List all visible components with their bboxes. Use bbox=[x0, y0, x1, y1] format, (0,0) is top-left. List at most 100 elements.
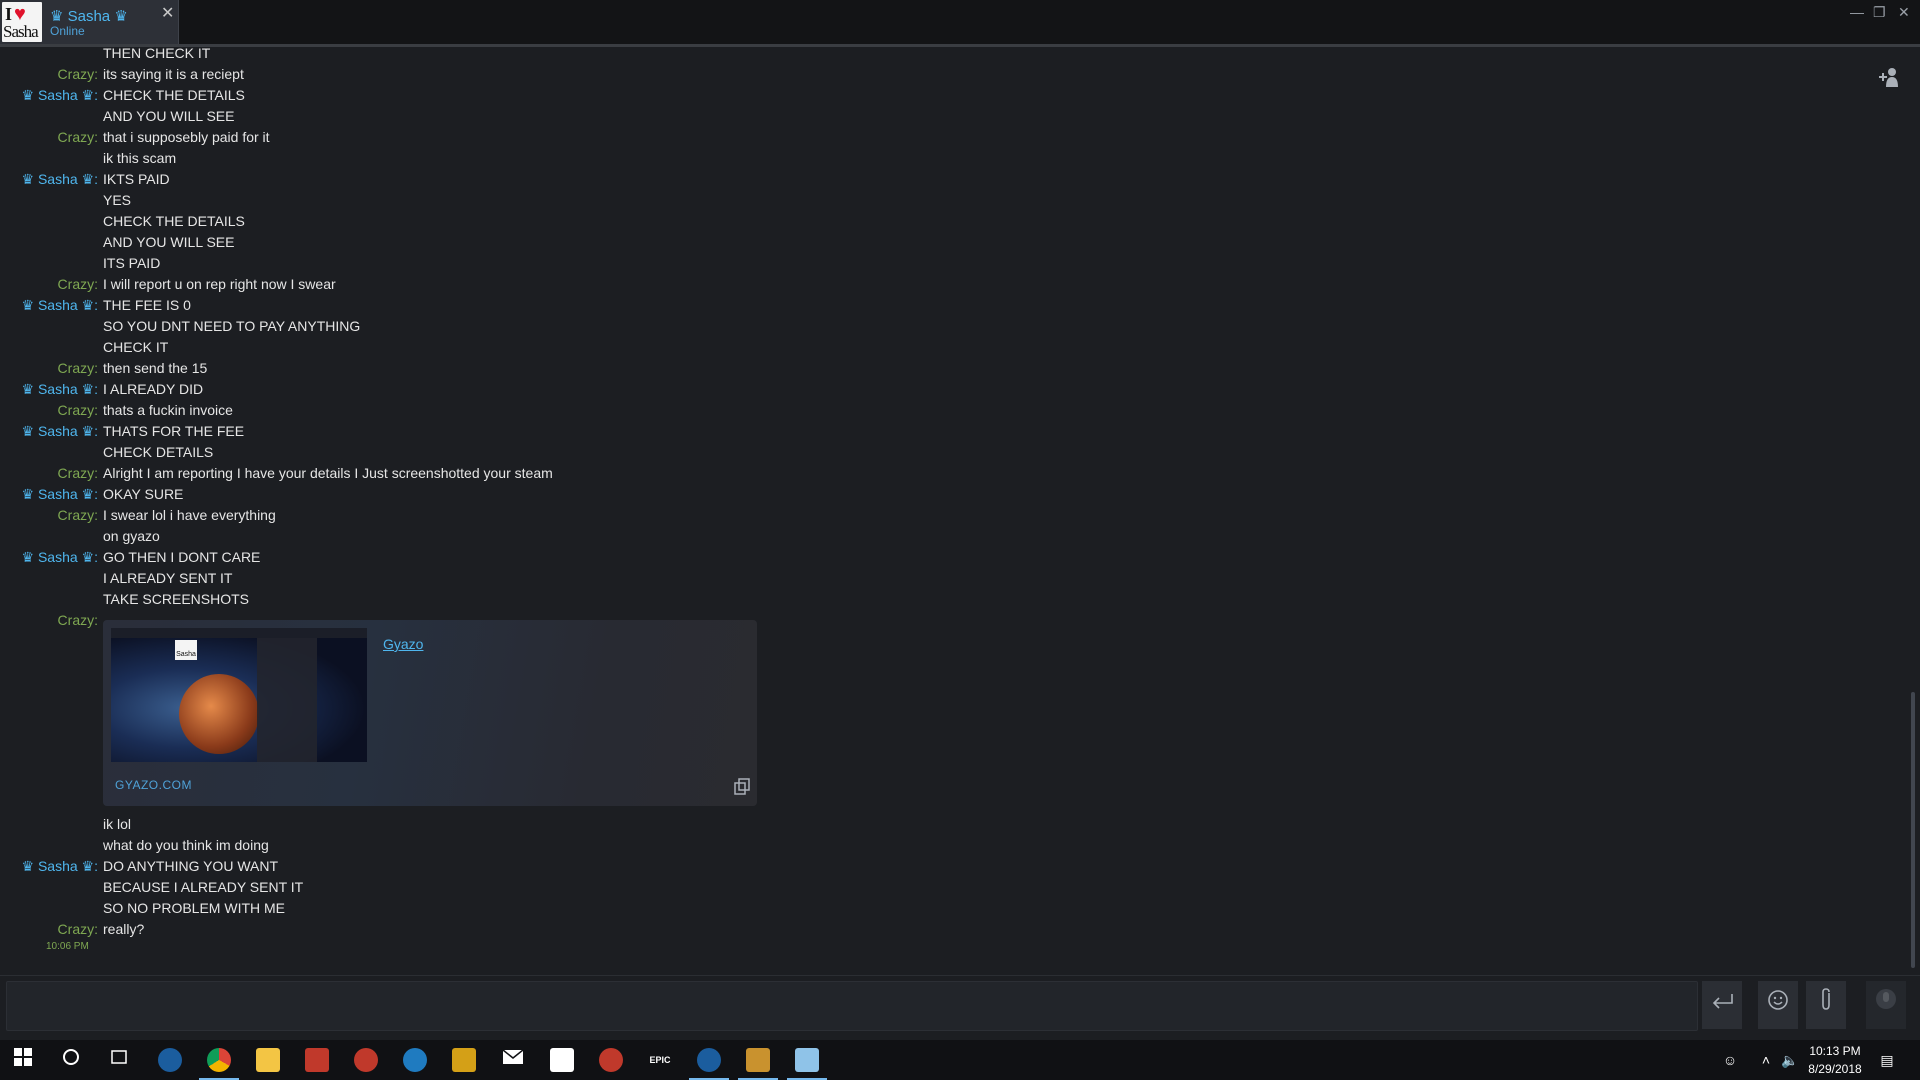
message-sender[interactable]: Crazy: bbox=[58, 919, 98, 940]
clock-time[interactable]: 10:13 PM bbox=[1802, 1044, 1868, 1058]
maximize-icon[interactable]: ❐ bbox=[1873, 4, 1886, 21]
chat-message-row: Crazy: then send the 15 bbox=[0, 358, 1800, 379]
message-text: I ALREADY SENT IT bbox=[103, 570, 233, 586]
message-sender[interactable]: Crazy: bbox=[58, 610, 98, 631]
message-sender[interactable]: Crazy: bbox=[58, 463, 98, 484]
chat-message-row: AND YOU WILL SEE bbox=[0, 232, 1800, 253]
message-text: on gyazo bbox=[103, 528, 160, 544]
chat-message-row: ITS PAID bbox=[0, 253, 1800, 274]
microphone-icon[interactable] bbox=[1866, 981, 1906, 1029]
message-sender[interactable]: ♛ Sasha ♛: bbox=[22, 484, 98, 505]
chat-message-row: Crazy: really? bbox=[0, 919, 1800, 940]
app-red-2-icon[interactable] bbox=[599, 1048, 623, 1072]
chat-message-row: Crazy: thats a fuckin invoice bbox=[0, 400, 1800, 421]
message-text: AND YOU WILL SEE bbox=[103, 108, 235, 124]
notification-icon[interactable]: ▤ bbox=[1875, 1048, 1899, 1072]
notepad-icon[interactable] bbox=[795, 1048, 819, 1072]
message-timestamp: 10:06 PM bbox=[46, 941, 89, 952]
chat-message-row: THEN CHECK IT bbox=[0, 43, 1800, 64]
message-text: I swear lol i have everything bbox=[103, 507, 276, 523]
ccleaner-icon[interactable] bbox=[403, 1048, 427, 1072]
chat-message-row: Crazy: I swear lol i have everything bbox=[0, 505, 1800, 526]
windows-taskbar: EPIC ☺ ˄ 🔈 10:13 PM 8/29/2018 ▤ bbox=[0, 1040, 1920, 1080]
message-text: that i supposebly paid for it bbox=[103, 129, 270, 145]
pubg-icon[interactable] bbox=[452, 1048, 476, 1072]
chat-tab-bar: I ♥ Sasha ♛ Sasha ♛ Online ✕ — ❐ ✕ bbox=[0, 0, 1920, 47]
epic-games-icon[interactable]: EPIC bbox=[648, 1048, 672, 1072]
people-icon[interactable]: ☺ bbox=[1718, 1048, 1742, 1072]
message-text: SO YOU DNT NEED TO PAY ANYTHING bbox=[103, 318, 361, 334]
message-text: ITS PAID bbox=[103, 255, 161, 271]
video-icon[interactable] bbox=[550, 1048, 574, 1072]
chat-scrollbar[interactable] bbox=[1911, 692, 1915, 968]
message-input[interactable] bbox=[6, 981, 1698, 1031]
app-red-icon[interactable] bbox=[305, 1048, 329, 1072]
chat-message-row: SO YOU DNT NEED TO PAY ANYTHING bbox=[0, 316, 1800, 337]
chat-message-row: AND YOU WILL SEE bbox=[0, 106, 1800, 127]
message-sender[interactable]: ♛ Sasha ♛: bbox=[22, 856, 98, 877]
message-text: CHECK THE DETAILS bbox=[103, 213, 245, 229]
steam-icon[interactable] bbox=[158, 1048, 182, 1072]
message-sender[interactable]: ♛ Sasha ♛: bbox=[22, 547, 98, 568]
steam-active-icon[interactable] bbox=[697, 1048, 721, 1072]
app-radial-icon[interactable] bbox=[354, 1048, 378, 1072]
volume-icon[interactable]: 🔈 bbox=[1778, 1048, 1802, 1072]
chat-log: THEN CHECK IT Crazy: its saying it is a re… bbox=[0, 45, 1905, 975]
minimize-icon[interactable]: — bbox=[1850, 4, 1864, 20]
message-text: Alright I am reporting I have your detai… bbox=[103, 465, 553, 481]
message-sender[interactable]: Crazy: bbox=[58, 400, 98, 421]
search-icon[interactable] bbox=[59, 1048, 83, 1072]
message-sender[interactable]: Crazy: bbox=[58, 127, 98, 148]
embed-title-link[interactable]: Gyazo bbox=[383, 636, 423, 652]
chat-message-row: ♛ Sasha ♛: THATS FOR THE FEE bbox=[0, 421, 1800, 442]
file-explorer-icon[interactable] bbox=[256, 1048, 280, 1072]
message-sender[interactable]: Crazy: bbox=[58, 505, 98, 526]
close-window-icon[interactable]: ✕ bbox=[1898, 4, 1910, 21]
paperclip-icon[interactable] bbox=[1806, 981, 1846, 1029]
link-embed-gyazo[interactable]: Sasha Gyazo GYAZO.COM bbox=[103, 620, 757, 806]
mail-icon[interactable] bbox=[501, 1048, 525, 1072]
chat-message-row: CHECK IT bbox=[0, 337, 1800, 358]
message-text: CHECK IT bbox=[103, 339, 169, 355]
close-tab-icon[interactable]: ✕ bbox=[161, 3, 174, 23]
embed-domain: GYAZO.COM bbox=[115, 778, 192, 792]
emoticon-icon[interactable] bbox=[1758, 981, 1798, 1029]
chrome-icon[interactable] bbox=[207, 1048, 231, 1072]
chat-message-row: SO NO PROBLEM WITH ME bbox=[0, 898, 1800, 919]
message-sender[interactable]: Crazy: bbox=[58, 64, 98, 85]
message-text: really? bbox=[103, 921, 145, 937]
chat-tab-sasha[interactable]: I ♥ Sasha ♛ Sasha ♛ Online ✕ bbox=[0, 0, 179, 44]
copy-link-icon[interactable] bbox=[733, 778, 751, 799]
message-text: THATS FOR THE FEE bbox=[103, 423, 245, 439]
task-view-icon[interactable] bbox=[107, 1048, 131, 1072]
send-icon[interactable] bbox=[1702, 981, 1742, 1029]
chat-message-row: BECAUSE I ALREADY SENT IT bbox=[0, 877, 1800, 898]
message-text: ik this scam bbox=[103, 150, 177, 166]
message-sender[interactable]: ♛ Sasha ♛: bbox=[22, 421, 98, 442]
message-text: CHECK THE DETAILS bbox=[103, 87, 245, 103]
chat-message-row: CHECK THE DETAILS bbox=[0, 211, 1800, 232]
message-sender[interactable]: Crazy: bbox=[58, 274, 98, 295]
planet-image bbox=[179, 674, 259, 754]
chat-message-row: CHECK DETAILS bbox=[0, 442, 1800, 463]
message-sender[interactable]: ♛ Sasha ♛: bbox=[22, 295, 98, 316]
start-icon[interactable] bbox=[11, 1048, 35, 1072]
message-text: YES bbox=[103, 192, 132, 208]
tab-friend-status: Online bbox=[50, 24, 85, 38]
message-sender[interactable]: ♛ Sasha ♛: bbox=[22, 379, 98, 400]
message-text: TAKE SCREENSHOTS bbox=[103, 591, 249, 607]
message-text: then send the 15 bbox=[103, 360, 208, 376]
message-sender[interactable]: Crazy: bbox=[58, 358, 98, 379]
message-sender[interactable]: ♛ Sasha ♛: bbox=[22, 85, 98, 106]
message-text: OKAY SURE bbox=[103, 486, 184, 502]
message-text: I will report u on rep right now I swear bbox=[103, 276, 336, 292]
chat-message-row: ♛ Sasha ♛: I ALREADY DID bbox=[0, 379, 1800, 400]
chat-message-row: I ALREADY SENT IT bbox=[0, 568, 1800, 589]
cs-go-icon[interactable] bbox=[746, 1048, 770, 1072]
chat-message-row: ♛ Sasha ♛: IKTS PAID bbox=[0, 169, 1800, 190]
chat-message-row: Crazy: its saying it is a reciept bbox=[0, 64, 1800, 85]
message-sender[interactable]: ♛ Sasha ♛: bbox=[22, 169, 98, 190]
chevron-up-icon[interactable]: ˄ bbox=[1754, 1048, 1778, 1072]
embed-thumbnail[interactable]: Sasha bbox=[111, 628, 367, 762]
clock-date[interactable]: 8/29/2018 bbox=[1802, 1062, 1868, 1076]
